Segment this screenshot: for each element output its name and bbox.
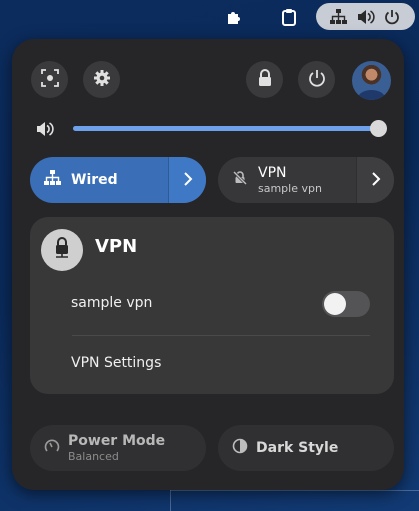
dark-style-icon	[232, 438, 248, 458]
vpn-toggle-main[interactable]: VPN sample vpn	[218, 157, 356, 203]
wired-toggle[interactable]: Wired	[30, 157, 206, 203]
volume-slider-fill	[73, 126, 379, 131]
background-window-edge	[170, 490, 419, 491]
vpn-settings-item[interactable]: VPN Settings	[71, 355, 161, 371]
wired-toggle-main[interactable]: Wired	[30, 157, 168, 203]
vpn-menu: VPN sample vpn VPN Settings	[30, 217, 394, 394]
volume-icon	[356, 7, 375, 26]
vpn-header-icon	[41, 229, 83, 271]
screenshot-button[interactable]	[31, 61, 68, 98]
screenshot-icon	[40, 68, 59, 91]
vpn-connection-label[interactable]: sample vpn	[71, 295, 152, 311]
vpn-connection-switch[interactable]	[322, 291, 370, 317]
wired-toggle-label: Wired	[71, 172, 118, 188]
volume-icon[interactable]	[35, 119, 55, 139]
chevron-right-icon	[371, 171, 381, 190]
power-mode-value: Balanced	[68, 450, 119, 463]
power-mode-icon	[44, 438, 60, 458]
top-bar	[0, 0, 419, 34]
clipboard-icon[interactable]	[278, 6, 300, 28]
network-wired-icon	[44, 170, 61, 190]
quick-settings-panel: Wired VPN sample vpn VPN sample vpn VPN …	[12, 39, 404, 490]
volume-slider[interactable]	[73, 120, 387, 137]
power-mode-toggle[interactable]: Power Mode Balanced	[30, 425, 206, 471]
network-wired-icon	[329, 7, 348, 26]
system-status-menu[interactable]	[316, 3, 415, 30]
chevron-right-icon	[183, 171, 193, 190]
vpn-menu-title: VPN	[95, 236, 138, 257]
wired-menu-arrow[interactable]	[168, 157, 206, 203]
dark-style-label: Dark Style	[256, 440, 339, 456]
lock-icon	[257, 68, 273, 91]
vpn-toggle-subtitle: sample vpn	[258, 182, 322, 195]
power-off-button[interactable]	[298, 61, 335, 98]
menu-separator	[72, 335, 370, 336]
switch-knob	[324, 293, 346, 315]
vpn-toggle[interactable]: VPN sample vpn	[218, 157, 394, 203]
background-window-edge	[170, 490, 171, 511]
dark-style-toggle[interactable]: Dark Style	[218, 425, 394, 471]
power-mode-label: Power Mode	[68, 433, 166, 449]
vpn-lock-icon	[53, 237, 71, 263]
power-icon	[382, 7, 401, 26]
settings-icon	[93, 69, 111, 91]
extension-icon[interactable]	[223, 6, 245, 28]
vpn-disabled-icon	[232, 170, 248, 190]
vpn-toggle-label: VPN	[258, 165, 287, 181]
lock-button[interactable]	[246, 61, 283, 98]
volume-slider-handle[interactable]	[370, 120, 387, 137]
power-icon	[308, 69, 326, 91]
vpn-menu-arrow[interactable]	[356, 157, 394, 203]
user-avatar[interactable]	[352, 61, 391, 100]
settings-button[interactable]	[83, 61, 120, 98]
